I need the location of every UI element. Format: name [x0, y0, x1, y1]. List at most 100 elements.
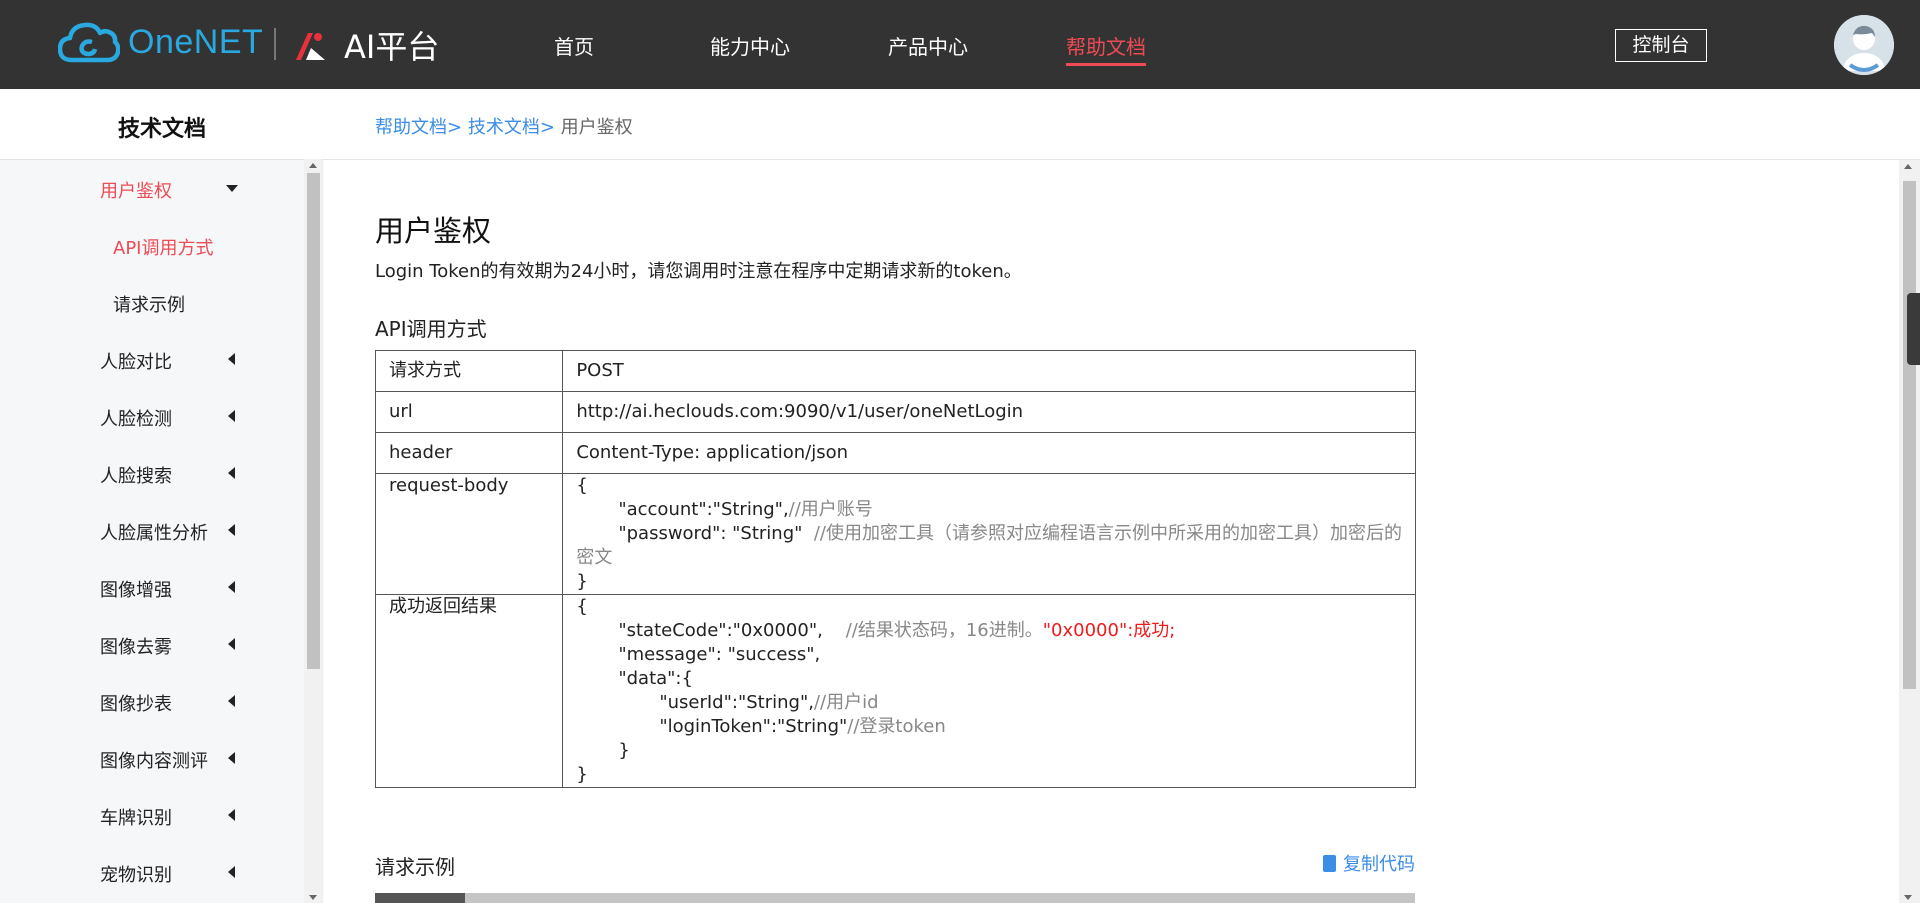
chevron-left-icon[interactable]: [228, 581, 235, 593]
code-line: "userId":"String",//用户id: [576, 691, 1402, 715]
table-row: request-body { "account":"String",//用户账号…: [374, 473, 1416, 595]
table-row: 请求方式 POST: [374, 350, 1416, 392]
sidebar-item-face-search[interactable]: 人脸搜索: [100, 462, 172, 488]
sidebar-subitem-api-call[interactable]: API调用方式: [113, 234, 213, 260]
page-description: Login Token的有效期为24小时，请您调用时注意在程序中定期请求新的to…: [375, 261, 1022, 282]
chevron-left-icon[interactable]: [228, 467, 235, 479]
sidebar-item-meter-reading[interactable]: 图像抄表: [100, 690, 172, 716]
nav-capability-center[interactable]: 能力中心: [710, 31, 790, 60]
avatar[interactable]: [1834, 15, 1894, 75]
code-line: "stateCode":"0x0000", //结果状态码，16进制。"0x00…: [576, 619, 1402, 643]
copy-code-label: 复制代码: [1343, 854, 1415, 875]
table-key-cell: request-body: [374, 473, 564, 595]
code-comment: //用户账号: [788, 499, 873, 520]
scroll-up-icon[interactable]: [1904, 164, 1912, 169]
table-value-cell: http://ai.heclouds.com:9090/v1/user/oneN…: [562, 391, 1416, 433]
ai-platform-logo[interactable]: AI平台: [292, 22, 439, 68]
chevron-left-icon[interactable]: [228, 752, 235, 764]
copy-code-button[interactable]: 复制代码: [1323, 850, 1415, 876]
code-text: "password": "String": [618, 523, 803, 544]
table-row: url http://ai.heclouds.com:9090/v1/user/…: [374, 391, 1416, 433]
code-line: }: [576, 571, 588, 592]
chevron-left-icon[interactable]: [228, 809, 235, 821]
breadcrumb-bar: 帮助文档> 技术文档> 用户鉴权: [324, 89, 1920, 160]
code-line: "message": "success",: [618, 644, 821, 665]
onenet-logo[interactable]: OneNET: [58, 18, 263, 66]
sidebar-item-pet-recognition[interactable]: 宠物识别: [100, 861, 172, 887]
chevron-left-icon[interactable]: [228, 353, 235, 365]
sidebar-item-user-auth[interactable]: 用户鉴权: [100, 177, 172, 203]
scroll-down-icon[interactable]: [1904, 895, 1912, 900]
sidebar-header: 技术文档: [0, 89, 324, 160]
logo-divider: [274, 28, 276, 60]
code-text: "userId":"String",: [659, 692, 814, 713]
chevron-left-icon[interactable]: [228, 524, 235, 536]
page-title: 用户鉴权: [375, 214, 492, 248]
breadcrumb-tech-docs[interactable]: 技术文档>: [468, 117, 555, 138]
sidebar-item-face-attribute[interactable]: 人脸属性分析: [100, 519, 208, 545]
code-line: {: [576, 596, 588, 617]
code-line: "data":{: [618, 668, 693, 689]
code-text: "stateCode":"0x0000",: [618, 620, 823, 641]
copy-icon: [1323, 854, 1336, 872]
nav-help-docs[interactable]: 帮助文档: [1066, 31, 1146, 60]
response-code: { "stateCode":"0x0000", //结果状态码，16进制。"0x…: [562, 594, 1416, 788]
table-key-cell: header: [374, 432, 564, 474]
code-comment: //使用加密工具（请参照对应编程语言示例中所采用的加密工具）加密后的: [813, 523, 1402, 544]
code-line: }: [576, 764, 588, 785]
user-avatar-icon: [1834, 15, 1894, 75]
code-line: "loginToken":"String"//登录token: [576, 715, 1402, 739]
api-table: 请求方式 POST url http://ai.heclouds.com:909…: [374, 350, 1416, 788]
table-value-cell: Content-Type: application/json: [562, 432, 1416, 474]
sidebar-item-content-review[interactable]: 图像内容测评: [100, 747, 208, 773]
sidebar-item-face-compare[interactable]: 人脸对比: [100, 348, 172, 374]
table-row: header Content-Type: application/json: [374, 432, 1416, 474]
sidebar: 技术文档 用户鉴权 API调用方式 请求示例 人脸对比 人脸检测 人脸搜索 人脸…: [0, 89, 324, 903]
page-scroll-thumb[interactable]: [1903, 181, 1916, 689]
code-comment: //结果状态码，16进制。: [845, 620, 1043, 641]
floating-edge-widget[interactable]: [1907, 293, 1920, 365]
sidebar-subitem-request-example[interactable]: 请求示例: [113, 291, 185, 317]
section-heading-api: API调用方式: [375, 317, 487, 341]
breadcrumb-help-docs[interactable]: 帮助文档>: [375, 117, 462, 138]
chevron-left-icon[interactable]: [228, 866, 235, 878]
platform-name: AI平台: [344, 28, 440, 66]
code-line: {: [576, 475, 588, 496]
breadcrumb: 帮助文档> 技术文档> 用户鉴权: [375, 113, 633, 139]
logo-text: OneNET: [128, 22, 264, 61]
breadcrumb-current: 用户鉴权: [560, 117, 633, 138]
sidebar-item-face-detect[interactable]: 人脸检测: [100, 405, 172, 431]
code-text: "loginToken":"String": [659, 716, 848, 737]
code-text: "account":"String",: [618, 499, 789, 520]
nav-home[interactable]: 首页: [554, 31, 594, 60]
sidebar-title: 技术文档: [117, 117, 206, 142]
table-key-cell: url: [374, 391, 564, 433]
code-line: "account":"String",//用户账号: [576, 498, 1402, 522]
scroll-up-icon[interactable]: [309, 163, 317, 168]
sidebar-item-plate-recognition[interactable]: 车牌识别: [100, 804, 172, 830]
code-comment: //用户id: [813, 692, 879, 713]
cloud-logo-icon: [58, 22, 120, 63]
chevron-left-icon[interactable]: [228, 410, 235, 422]
sidebar-item-image-dehaze[interactable]: 图像去雾: [100, 633, 172, 659]
scroll-down-icon[interactable]: [309, 895, 317, 900]
code-line: }: [618, 740, 630, 761]
code-line: "password": "String" //使用加密工具（请参照对应编程语言示…: [576, 522, 1402, 546]
page-scrollbar[interactable]: [1899, 160, 1920, 903]
chevron-down-icon[interactable]: [226, 185, 238, 192]
table-key-cell: 成功返回结果: [374, 594, 564, 788]
code-comment: //登录token: [847, 716, 946, 737]
sidebar-scroll-thumb[interactable]: [307, 173, 320, 669]
code-tab-active[interactable]: [375, 893, 465, 903]
sidebar-item-image-enhance[interactable]: 图像增强: [100, 576, 172, 602]
section-heading-example: 请求示例: [375, 855, 455, 879]
sidebar-scrollbar[interactable]: [304, 159, 323, 903]
chevron-left-icon[interactable]: [228, 638, 235, 650]
code-comment-wrap: 密文: [576, 547, 613, 568]
nav-product-center[interactable]: 产品中心: [888, 31, 968, 60]
chevron-left-icon[interactable]: [228, 695, 235, 707]
nav-active-underline: [1066, 63, 1146, 66]
table-row: 成功返回结果 { "stateCode":"0x0000", //结果状态码，1…: [374, 594, 1416, 788]
console-button[interactable]: 控制台: [1615, 29, 1707, 62]
table-key-cell: 请求方式: [374, 350, 564, 392]
